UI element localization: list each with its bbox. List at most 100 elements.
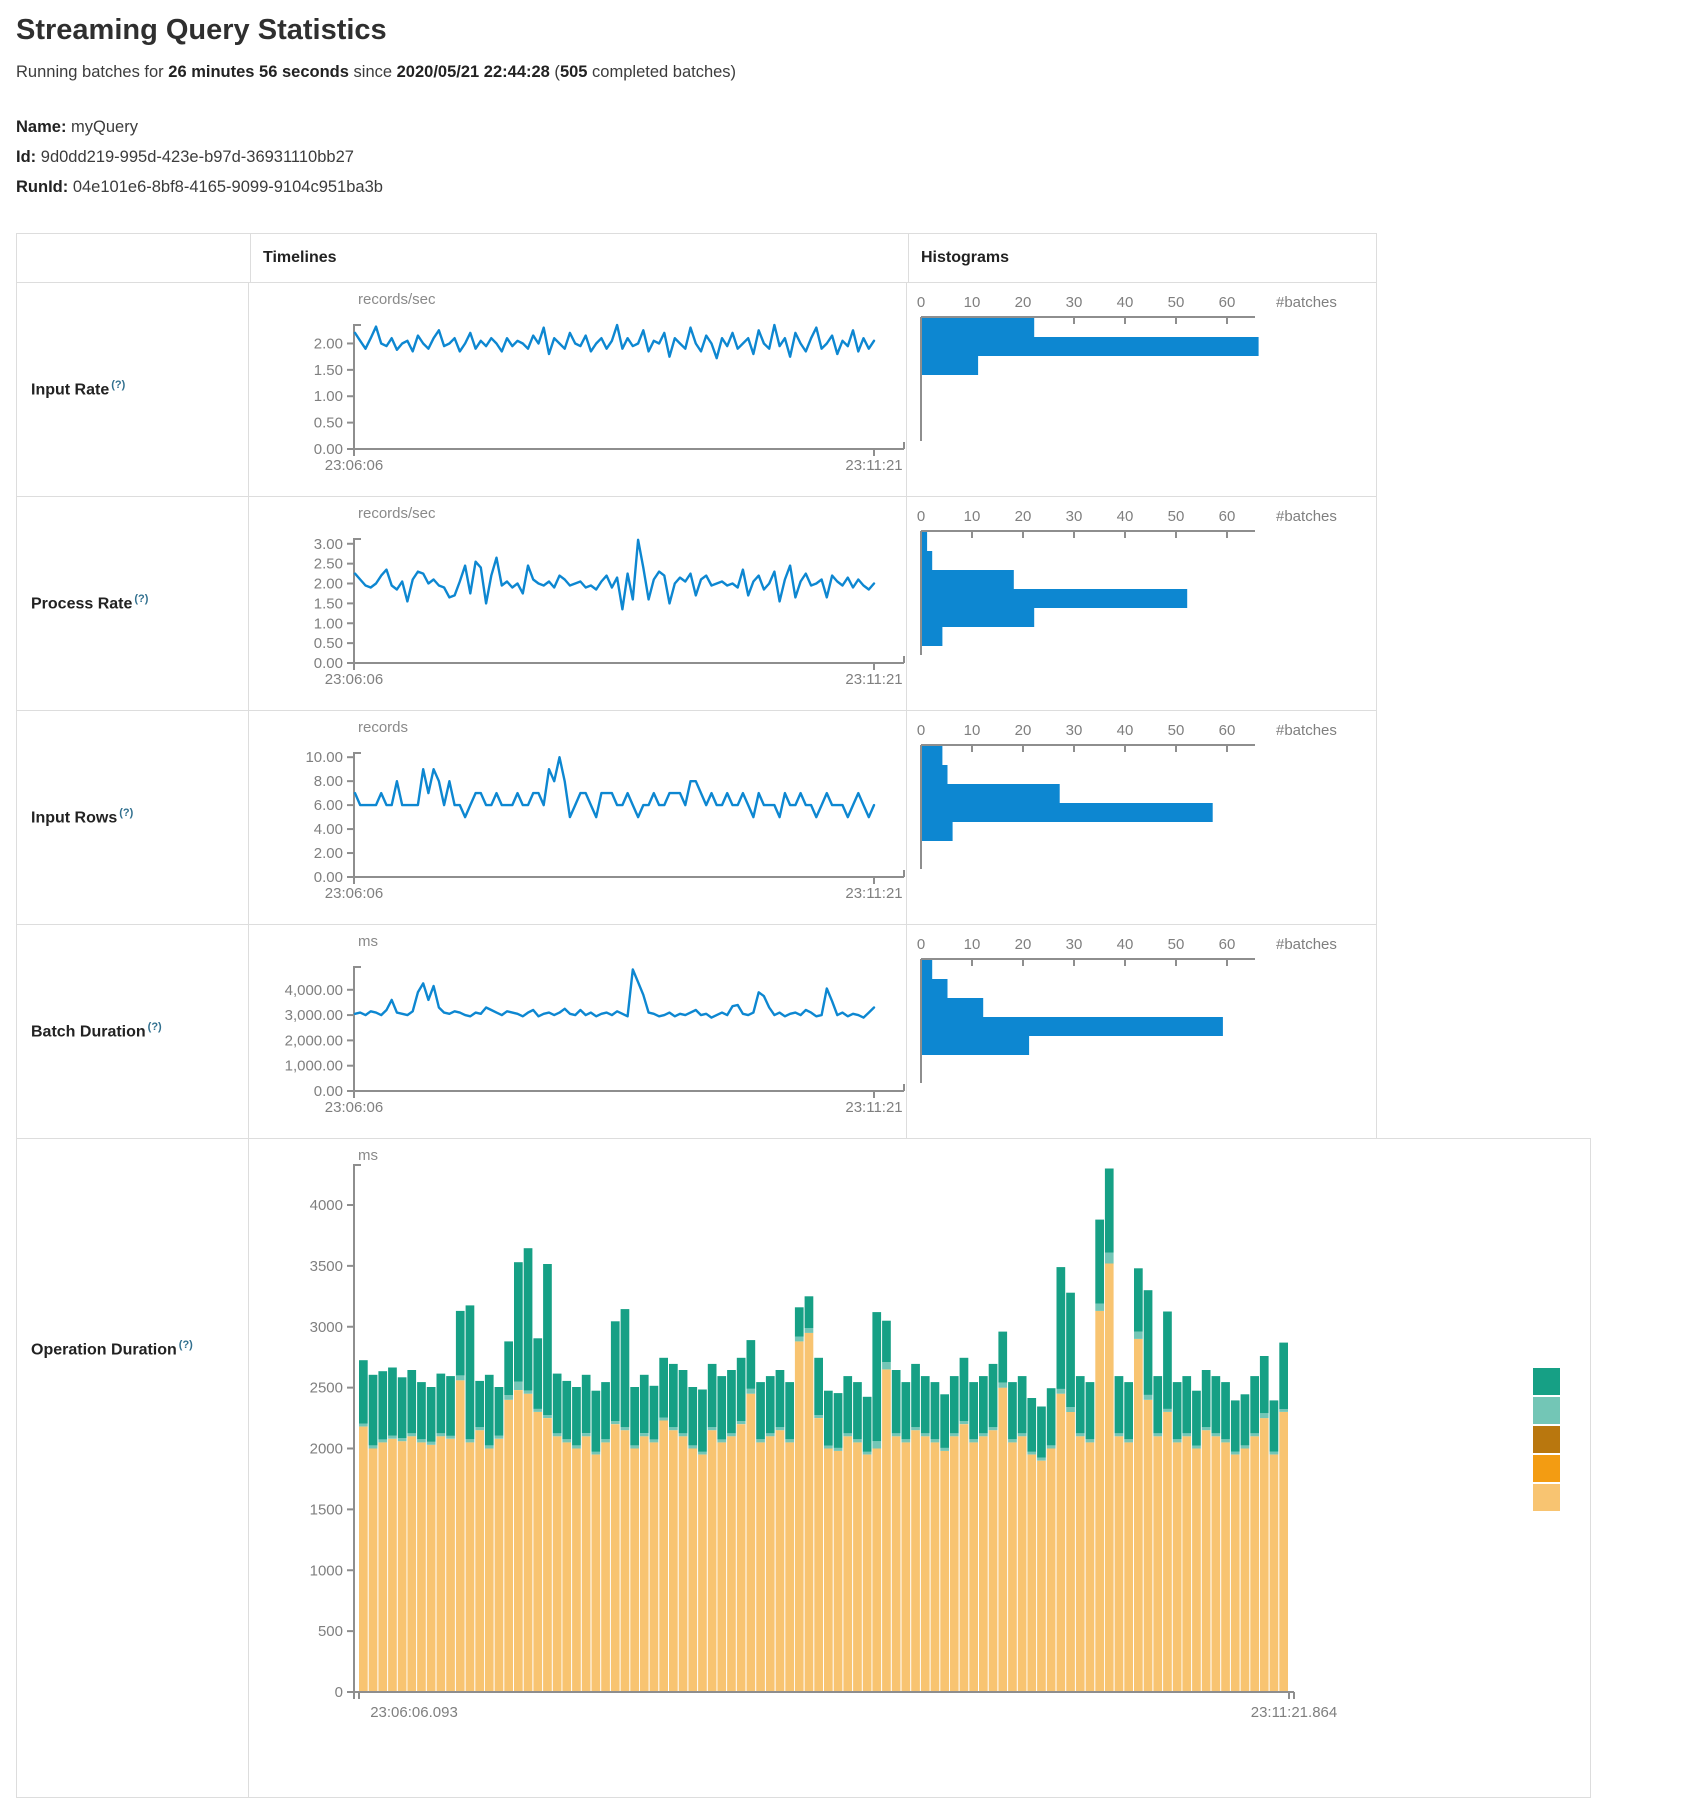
- svg-text:#batches: #batches: [1276, 722, 1337, 739]
- summary-since: 2020/05/21 22:44:28: [397, 63, 550, 81]
- svg-text:0.00: 0.00: [314, 1083, 343, 1100]
- svg-text:30: 30: [1066, 936, 1083, 953]
- svg-text:23:11:21: 23:11:21: [845, 671, 902, 688]
- svg-text:10: 10: [964, 508, 981, 525]
- svg-text:4000: 4000: [310, 1197, 343, 1214]
- query-name-value: myQuery: [71, 118, 138, 136]
- table-row-process-rate: Process Rate(?) records/sec3.002.502.001…: [16, 496, 1377, 711]
- svg-text:500: 500: [318, 1623, 343, 1640]
- svg-text:3,000.00: 3,000.00: [285, 1007, 343, 1024]
- svg-text:ms: ms: [358, 1147, 378, 1164]
- process-rate-label: Process Rate(?): [31, 593, 148, 613]
- process-rate-help-icon[interactable]: (?): [134, 593, 148, 605]
- page-title: Streaming Query Statistics: [16, 14, 1677, 47]
- input-rate-histogram-cell: 0102030405060#batches: [907, 283, 1376, 496]
- svg-text:0: 0: [917, 294, 925, 311]
- svg-text:3500: 3500: [310, 1258, 343, 1275]
- row-label-cell: Operation Duration(?): [17, 1139, 249, 1797]
- svg-text:#batches: #batches: [1276, 936, 1337, 953]
- summary-prefix: Running batches for: [16, 63, 168, 81]
- batch-duration-label: Batch Duration(?): [31, 1021, 162, 1041]
- svg-text:1.00: 1.00: [314, 615, 343, 632]
- svg-text:2,000.00: 2,000.00: [285, 1032, 343, 1049]
- svg-text:40: 40: [1117, 722, 1134, 739]
- svg-text:#batches: #batches: [1276, 508, 1337, 525]
- svg-text:23:06:06: 23:06:06: [325, 457, 383, 474]
- operation-duration-chart-cell: ms4000350030002500200015001000500023:06:…: [249, 1139, 1590, 1797]
- process-rate-label-text: Process Rate: [31, 596, 132, 613]
- svg-text:23:06:06: 23:06:06: [325, 671, 383, 688]
- svg-text:records/sec: records/sec: [358, 291, 436, 308]
- histograms-column-header: Histograms: [921, 249, 1009, 267]
- svg-text:#batches: #batches: [1276, 294, 1337, 311]
- svg-text:2500: 2500: [310, 1380, 343, 1397]
- svg-text:23:11:21: 23:11:21: [845, 885, 902, 902]
- operation-duration-label-text: Operation Duration: [31, 1341, 177, 1358]
- query-runid-label: RunId:: [16, 178, 68, 196]
- row-label-cell: Process Rate(?): [17, 497, 249, 710]
- svg-text:10: 10: [964, 722, 981, 739]
- svg-text:2.00: 2.00: [314, 335, 343, 352]
- svg-text:1.00: 1.00: [314, 388, 343, 405]
- svg-text:30: 30: [1066, 508, 1083, 525]
- svg-text:1.50: 1.50: [314, 362, 343, 379]
- batch-duration-histogram-chart: 0102030405060#batches: [907, 925, 1376, 1140]
- svg-text:50: 50: [1168, 936, 1185, 953]
- streaming-query-statistics-page: Streaming Query Statistics Running batch…: [0, 0, 1693, 1798]
- table-row-operation-duration: Operation Duration(?) ms4000350030002500…: [16, 1138, 1591, 1798]
- table-header-row: Timelines Histograms: [16, 233, 1377, 283]
- input-rows-timeline-cell: records10.008.006.004.002.000.0023:06:06…: [249, 711, 907, 924]
- svg-text:20: 20: [1015, 936, 1032, 953]
- input-rate-histogram-chart: 0102030405060#batches: [907, 283, 1376, 498]
- svg-text:40: 40: [1117, 936, 1134, 953]
- svg-text:20: 20: [1015, 508, 1032, 525]
- svg-text:0: 0: [917, 936, 925, 953]
- input-rate-timeline-cell: records/sec2.001.501.000.500.0023:06:062…: [249, 283, 907, 496]
- batch-duration-timeline-cell: ms4,000.003,000.002,000.001,000.000.0023…: [249, 925, 907, 1138]
- svg-text:30: 30: [1066, 294, 1083, 311]
- svg-text:0: 0: [917, 722, 925, 739]
- svg-text:records/sec: records/sec: [358, 505, 436, 522]
- batch-duration-timeline-chart: ms4,000.003,000.002,000.001,000.000.0023…: [249, 925, 907, 1140]
- svg-text:0.50: 0.50: [314, 635, 343, 652]
- svg-text:60: 60: [1219, 508, 1236, 525]
- row-label-cell: Input Rows(?): [17, 711, 249, 924]
- query-name-line: Name: myQuery: [16, 112, 1677, 142]
- svg-text:0: 0: [335, 1684, 343, 1701]
- svg-text:4,000.00: 4,000.00: [285, 982, 343, 999]
- svg-text:4.00: 4.00: [314, 821, 343, 838]
- svg-text:0.00: 0.00: [314, 655, 343, 672]
- svg-text:10: 10: [964, 936, 981, 953]
- svg-text:0.00: 0.00: [314, 869, 343, 886]
- svg-text:2.00: 2.00: [314, 576, 343, 593]
- operation-duration-help-icon[interactable]: (?): [179, 1339, 193, 1351]
- svg-text:2000: 2000: [310, 1441, 343, 1458]
- batch-duration-label-text: Batch Duration: [31, 1024, 146, 1041]
- svg-text:30: 30: [1066, 722, 1083, 739]
- batch-duration-help-icon[interactable]: (?): [148, 1021, 162, 1033]
- svg-text:60: 60: [1219, 722, 1236, 739]
- header-histograms-cell: Histograms: [909, 234, 1376, 282]
- input-rows-histogram-chart: 0102030405060#batches: [907, 711, 1376, 926]
- svg-text:3.00: 3.00: [314, 536, 343, 553]
- svg-text:23:11:21.864: 23:11:21.864: [1251, 1704, 1337, 1721]
- svg-text:0: 0: [917, 508, 925, 525]
- svg-text:10: 10: [964, 294, 981, 311]
- header-timelines-cell: Timelines: [251, 234, 909, 282]
- process-rate-timeline-cell: records/sec3.002.502.001.501.000.500.002…: [249, 497, 907, 710]
- input-rows-timeline-chart: records10.008.006.004.002.000.0023:06:06…: [249, 711, 907, 926]
- input-rows-label: Input Rows(?): [31, 807, 133, 827]
- svg-text:20: 20: [1015, 294, 1032, 311]
- svg-text:1500: 1500: [310, 1501, 343, 1518]
- row-label-cell: Input Rate(?): [17, 283, 249, 496]
- summary-count: 505: [560, 63, 588, 81]
- input-rate-help-icon[interactable]: (?): [111, 379, 125, 391]
- query-id-line: Id: 9d0dd219-995d-423e-b97d-36931110bb27: [16, 142, 1677, 172]
- process-rate-histogram-chart: 0102030405060#batches: [907, 497, 1376, 712]
- input-rows-histogram-cell: 0102030405060#batches: [907, 711, 1376, 924]
- svg-text:6.00: 6.00: [314, 797, 343, 814]
- svg-text:20: 20: [1015, 722, 1032, 739]
- svg-text:0.00: 0.00: [314, 441, 343, 458]
- input-rows-help-icon[interactable]: (?): [119, 807, 133, 819]
- svg-text:23:06:06: 23:06:06: [325, 1099, 383, 1116]
